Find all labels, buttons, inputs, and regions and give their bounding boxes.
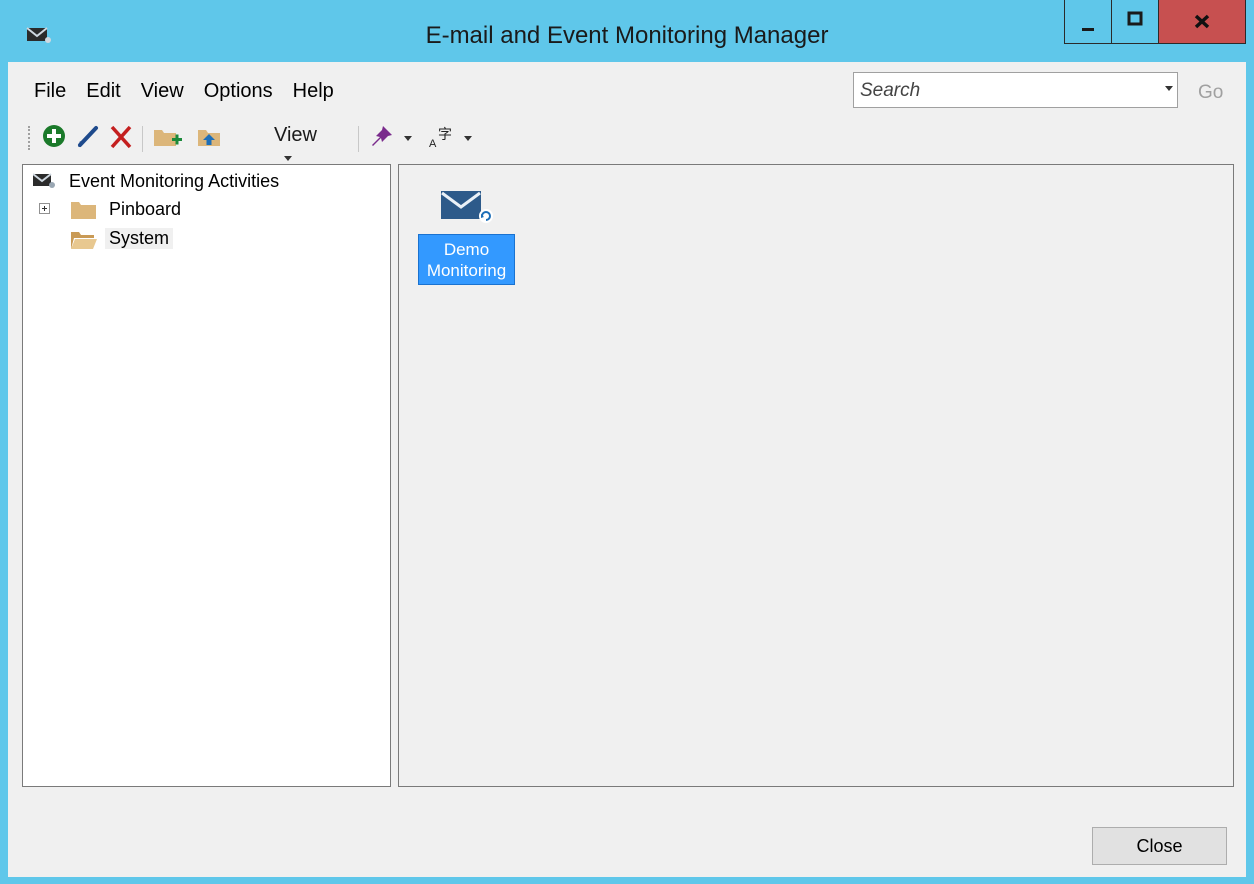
minimize-icon <box>1082 28 1094 31</box>
content-item-label-line2: Monitoring <box>426 261 507 280</box>
edit-icon[interactable] <box>76 124 100 148</box>
content-pane[interactable]: Demo Monitoring <box>398 164 1234 787</box>
menu-edit[interactable]: Edit <box>76 76 130 103</box>
search-input[interactable] <box>858 77 1142 105</box>
menu-file[interactable]: File <box>8 76 76 103</box>
go-button[interactable]: Go <box>1198 82 1223 104</box>
client-area: File Edit View Options Help Go <box>8 62 1246 877</box>
minimize-button[interactable] <box>1064 0 1112 44</box>
folder-up-icon[interactable] <box>196 124 224 150</box>
tree-item-label: Pinboard <box>109 199 182 219</box>
maximize-button[interactable] <box>1111 0 1159 44</box>
search-box <box>853 72 1178 108</box>
svg-text:A: A <box>429 138 437 150</box>
content-item-label-line1: Demo <box>443 240 490 259</box>
toolbar-grip[interactable] <box>28 126 32 150</box>
delete-icon[interactable] <box>108 124 134 150</box>
pin-icon[interactable] <box>370 124 394 148</box>
main-window: E-mail and Event Monitoring Manager File… <box>0 0 1254 884</box>
close-window-button[interactable] <box>1158 0 1246 44</box>
font-dropdown-caret-icon[interactable] <box>464 136 472 141</box>
app-mail-icon <box>33 173 55 188</box>
close-button[interactable]: Close <box>1092 827 1227 865</box>
menu-options[interactable]: Options <box>194 76 283 103</box>
menu-bar: File Edit View Options Help <box>8 76 344 106</box>
folder-icon <box>71 202 96 219</box>
toolbar-separator <box>358 126 359 152</box>
font-icon[interactable]: A 字 <box>428 124 456 150</box>
content-item-label: Demo Monitoring <box>418 234 515 285</box>
search-dropdown-icon[interactable] <box>1165 86 1173 91</box>
title-bar[interactable]: E-mail and Event Monitoring Manager <box>0 0 1254 62</box>
menu-view[interactable]: View <box>131 76 194 103</box>
tree-pane[interactable]: Event Monitoring Activities Pinboard Sys… <box>22 164 391 787</box>
view-dropdown-caret-icon <box>284 156 292 162</box>
svg-text:字: 字 <box>438 127 452 143</box>
add-icon[interactable] <box>42 124 66 148</box>
close-icon <box>1194 14 1210 29</box>
folder-open-icon <box>71 232 97 249</box>
mail-refresh-icon <box>441 191 493 223</box>
toolbar-separator <box>142 126 143 152</box>
tree-item-label: System <box>105 228 174 249</box>
expand-icon[interactable] <box>39 203 50 214</box>
new-folder-icon[interactable] <box>152 124 184 150</box>
menu-help[interactable]: Help <box>283 76 344 103</box>
view-dropdown-label: View <box>274 124 317 146</box>
maximize-icon <box>1127 11 1143 26</box>
tree-root-label: Event Monitoring Activities <box>69 171 280 191</box>
pin-dropdown-caret-icon[interactable] <box>404 136 412 141</box>
